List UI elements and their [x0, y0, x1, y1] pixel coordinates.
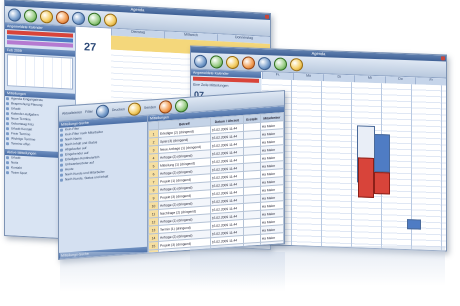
middle-filter-label: Eine Zeile Mitteilungen — [193, 82, 229, 88]
user-icon[interactable] — [242, 55, 255, 70]
mail-icon[interactable] — [274, 56, 287, 71]
send-label[interactable]: Senden — [144, 105, 156, 110]
back-big-date: 27 — [84, 41, 97, 54]
print-icon[interactable] — [72, 11, 85, 25]
user-icon[interactable] — [56, 10, 69, 24]
back-window-title: Agenda — [130, 6, 145, 13]
appointment[interactable] — [407, 219, 421, 230]
middle-window-title: Agenda — [311, 50, 326, 57]
filter-label[interactable]: Filter — [85, 110, 93, 115]
note-icon[interactable] — [226, 55, 239, 69]
mini-calendar[interactable] — [7, 54, 73, 90]
settings-icon[interactable] — [290, 57, 303, 71]
messages-table: Betreff Datum / Uhrzeit Erstellt Mitarbeite… — [148, 112, 284, 253]
appointment[interactable] — [374, 171, 390, 195]
calendar-icon[interactable] — [8, 7, 21, 22]
refresh-icon[interactable] — [24, 8, 37, 23]
front-window: Aktualisieren Filter Drucken Senden Mitt… — [58, 90, 285, 260]
front-table-area: Mitteilungen Betreff Datum / Uhrzeit Erste… — [148, 106, 284, 253]
filter-icon[interactable] — [95, 103, 109, 118]
print-label[interactable]: Drucken — [112, 107, 125, 112]
middle-calendar-area: 07 Fr. Mo Di Mi Do Fr — [194, 72, 447, 251]
front-left-panel: Mitteilungs-Suche Kein Filter Kein Filter… — [59, 115, 148, 259]
refresh-label[interactable]: Aktualisieren — [62, 110, 82, 115]
appointment[interactable] — [374, 133, 390, 173]
help-icon[interactable] — [174, 98, 188, 113]
appointment[interactable] — [358, 157, 374, 198]
calendar-icon[interactable] — [194, 54, 207, 68]
note-icon[interactable] — [40, 9, 53, 24]
print-icon[interactable] — [127, 101, 141, 116]
mail-icon[interactable] — [88, 11, 101, 26]
send-icon[interactable] — [158, 99, 172, 114]
print-icon[interactable] — [258, 56, 271, 70]
close-icon[interactable] — [441, 56, 445, 61]
refresh-icon[interactable] — [210, 54, 223, 69]
close-icon[interactable] — [265, 14, 269, 19]
search-options: Kein Filter Kein Filter nach Mitarbeiter N… — [59, 122, 147, 183]
settings-icon[interactable] — [104, 12, 117, 27]
floor-reflection — [190, 246, 445, 286]
